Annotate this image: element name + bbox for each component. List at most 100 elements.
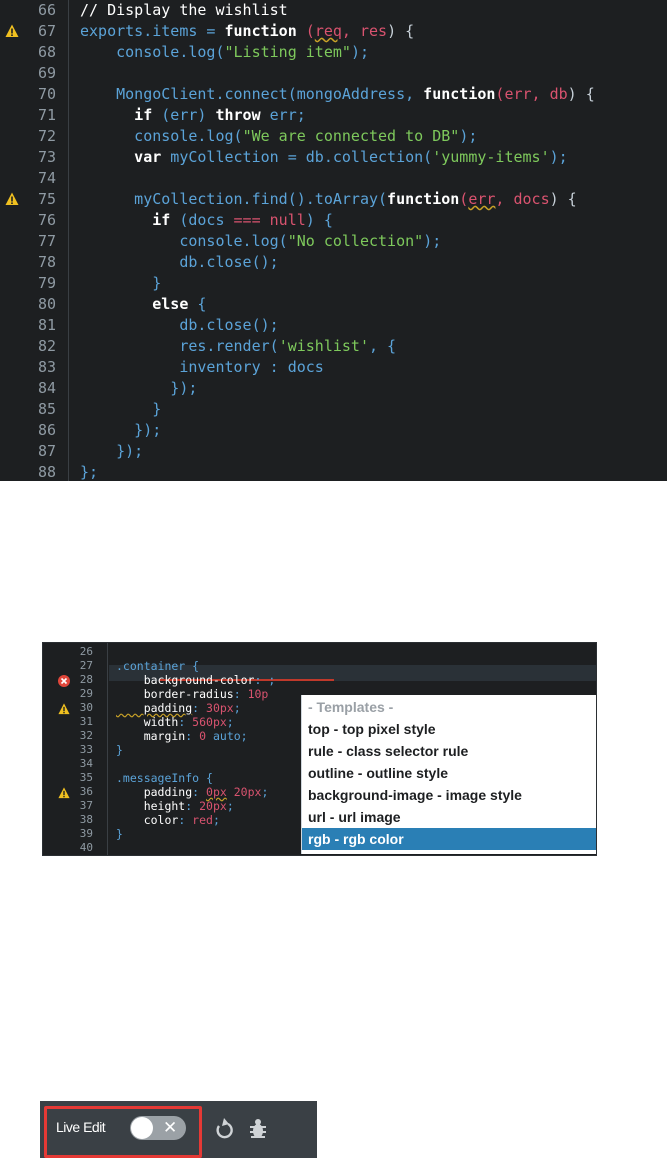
code-text[interactable]: });: [80, 441, 143, 462]
code-token: : ;: [254, 673, 276, 687]
code-line[interactable]: 74: [0, 168, 667, 189]
line-number: 36: [79, 785, 93, 798]
code-text[interactable]: }: [116, 827, 123, 841]
code-line[interactable]: 80 else {: [0, 294, 667, 315]
code-line[interactable]: 66 // Display the wishlist: [0, 0, 667, 21]
code-line[interactable]: 81 db.close();: [0, 315, 667, 336]
code-token: MongoClient.connect(mongoAddress,: [80, 85, 424, 103]
code-text[interactable]: padding: 30px;: [116, 701, 241, 715]
live-edit-toggle[interactable]: ✕: [130, 1116, 186, 1140]
live-edit-label: Live Edit: [56, 1119, 106, 1135]
code-text[interactable]: db.close();: [80, 252, 278, 273]
line-number: 82: [37, 337, 56, 355]
code-text[interactable]: };: [80, 462, 98, 481]
js-code-editor[interactable]: 66 // Display the wishlist 67 exports.items…: [0, 0, 667, 481]
hint-item[interactable]: import - import style sheet: [302, 850, 596, 854]
code-text[interactable]: MongoClient.connect(mongoAddress, functi…: [80, 84, 595, 105]
code-token: ;: [226, 799, 234, 813]
code-line[interactable]: 79 }: [0, 273, 667, 294]
code-line[interactable]: 71 if (err) throw err;: [0, 105, 667, 126]
code-line[interactable]: 70 MongoClient.connect(mongoAddress, fun…: [0, 84, 667, 105]
code-text[interactable]: if (err) throw err;: [80, 105, 306, 126]
code-text[interactable]: background-color: ;: [116, 673, 276, 687]
code-text[interactable]: db.close();: [80, 315, 278, 336]
code-text[interactable]: exports.items = function (req, res) {: [80, 21, 414, 42]
code-token: function: [423, 85, 496, 103]
code-text[interactable]: color: red;: [116, 813, 220, 827]
code-line[interactable]: 83 inventory : docs: [0, 357, 667, 378]
toggle-knob[interactable]: [131, 1117, 153, 1139]
code-text[interactable]: console.log("Listing item");: [80, 42, 369, 63]
code-hint-list[interactable]: - Templates - top - top pixel style rule -…: [301, 695, 596, 854]
code-text[interactable]: }: [80, 399, 161, 420]
code-line[interactable]: 27 .container {: [43, 659, 596, 673]
code-text[interactable]: console.log("We are connected to DB");: [80, 126, 477, 147]
code-token: 20px: [226, 785, 262, 799]
line-number: 67: [37, 22, 56, 40]
code-line[interactable]: 67 exports.items = function (req, res) {: [0, 21, 667, 42]
code-line[interactable]: 84 });: [0, 378, 667, 399]
code-token: :: [178, 813, 193, 827]
code-text[interactable]: });: [80, 378, 197, 399]
code-text[interactable]: .messageInfo {: [116, 771, 213, 785]
hint-item[interactable]: outline - outline style: [302, 762, 596, 784]
code-token: console.log(: [80, 232, 288, 250]
warning-icon[interactable]: [5, 24, 19, 38]
code-text[interactable]: inventory : docs: [80, 357, 324, 378]
code-text[interactable]: res.render('wishlist', {: [80, 336, 396, 357]
hint-item[interactable]: rule - class selector rule: [302, 740, 596, 762]
code-line[interactable]: 82 res.render('wishlist', {: [0, 336, 667, 357]
hint-item[interactable]: background-image - image style: [302, 784, 596, 806]
line-number: 80: [37, 295, 56, 313]
code-text[interactable]: console.log("No collection");: [80, 231, 441, 252]
line-number: 71: [37, 106, 56, 124]
code-text[interactable]: }: [116, 743, 123, 757]
code-line[interactable]: 77 console.log("No collection");: [0, 231, 667, 252]
code-token: });: [80, 421, 162, 439]
code-text[interactable]: if (docs === null) {: [80, 210, 333, 231]
code-text[interactable]: myCollection.find().toArray(function(err…: [80, 189, 577, 210]
line-number: 37: [79, 799, 93, 812]
code-token: // Display the wishlist: [80, 1, 288, 19]
code-text[interactable]: else {: [80, 294, 206, 315]
code-line[interactable]: 78 db.close();: [0, 252, 667, 273]
code-token: }: [80, 400, 162, 418]
hint-item[interactable]: url - url image: [302, 806, 596, 828]
code-token: "No collection": [287, 232, 424, 250]
code-text[interactable]: }: [80, 273, 161, 294]
code-line[interactable]: 86 });: [0, 420, 667, 441]
code-text[interactable]: height: 20px;: [116, 799, 234, 813]
warning-icon[interactable]: [5, 192, 19, 206]
line-number: 66: [37, 1, 56, 19]
bug-icon[interactable]: [247, 1117, 269, 1146]
hint-item[interactable]: rgb - rgb color: [302, 828, 596, 850]
code-token: (: [305, 22, 315, 40]
code-text[interactable]: width: 560px;: [116, 715, 234, 729]
reload-icon[interactable]: [213, 1117, 235, 1146]
code-line[interactable]: 76 if (docs === null) {: [0, 210, 667, 231]
line-number: 76: [37, 211, 56, 229]
code-line[interactable]: 26: [43, 645, 596, 659]
code-text[interactable]: .container {: [116, 659, 199, 673]
hint-item[interactable]: top - top pixel style: [302, 718, 596, 740]
code-line[interactable]: 72 console.log("We are connected to DB")…: [0, 126, 667, 147]
code-text[interactable]: // Display the wishlist: [80, 0, 288, 21]
code-line[interactable]: 85 }: [0, 399, 667, 420]
code-line[interactable]: 73 var myCollection = db.collection('yum…: [0, 147, 667, 168]
code-token: console.log(: [80, 43, 225, 61]
code-text[interactable]: });: [80, 420, 161, 441]
code-line[interactable]: 28 background-color: ;: [43, 673, 596, 687]
code-text[interactable]: var myCollection = db.collection('yummy-…: [80, 147, 568, 168]
code-line[interactable]: 75 myCollection.find().toArray(function(…: [0, 189, 667, 210]
code-line[interactable]: 88};: [0, 462, 667, 481]
code-line[interactable]: 87 });: [0, 441, 667, 462]
code-text[interactable]: border-radius: 10p: [116, 687, 269, 701]
code-token: ;: [212, 813, 220, 827]
code-line[interactable]: 69: [0, 63, 667, 84]
toolbar: Live Edit ✕: [40, 1101, 317, 1158]
code-text[interactable]: padding: 0px 20px;: [116, 785, 269, 799]
code-line[interactable]: 68 console.log("Listing item");: [0, 42, 667, 63]
code-token: };: [80, 463, 99, 481]
line-number: 26: [79, 645, 93, 658]
code-text[interactable]: margin: 0 auto;: [116, 729, 248, 743]
